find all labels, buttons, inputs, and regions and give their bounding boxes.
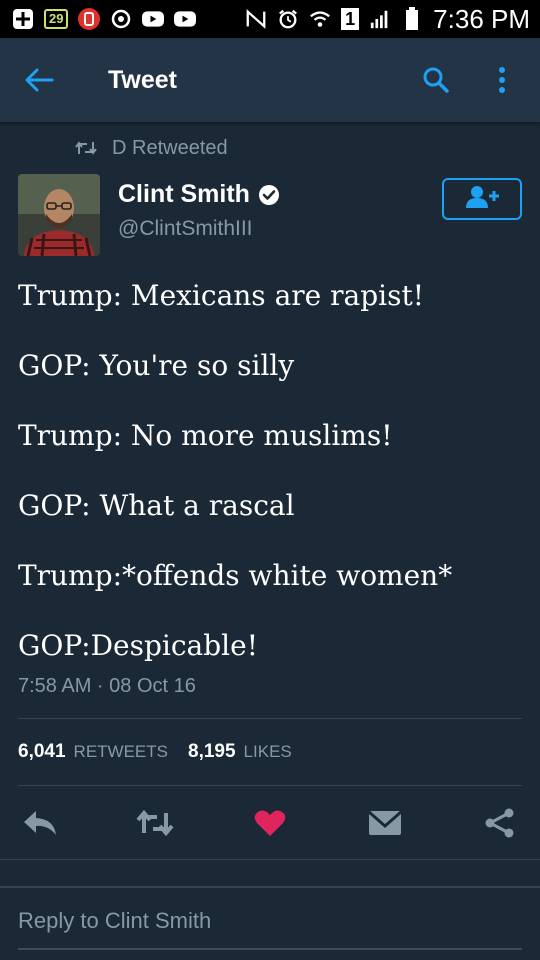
tweet-line: Trump: No more muslims! [18, 419, 393, 452]
retweeted-context: D Retweeted [18, 122, 522, 174]
sim-indicator: 1 [341, 8, 360, 30]
tweet-stats: 6,041 RETWEETS 8,195 LIKES [18, 719, 522, 786]
like-heart-icon[interactable] [248, 801, 292, 845]
alarm-icon [277, 8, 299, 30]
retweets-label[interactable]: RETWEETS [74, 742, 168, 762]
author-name[interactable]: Clint Smith [118, 180, 250, 209]
direct-message-icon[interactable] [363, 801, 407, 845]
settings-icon [110, 8, 132, 30]
tweet-text: Trump: Mexicans are rapist! GOP: You're … [18, 278, 522, 663]
battery-badge: 29 [44, 9, 69, 29]
signal-icon [369, 8, 391, 30]
status-bar: 29 1 7:36 PM [0, 0, 540, 38]
retweeted-by-label: D Retweeted [112, 136, 228, 159]
tweet-line: GOP: What a rascal [18, 489, 295, 522]
retweet-button-icon[interactable] [133, 801, 177, 845]
retweets-count[interactable]: 6,041 [18, 741, 66, 763]
reply-input[interactable]: Reply to Clint Smith [18, 888, 522, 950]
avatar[interactable] [18, 174, 100, 256]
share-icon[interactable] [478, 801, 522, 845]
add-icon [12, 8, 34, 30]
clock: 7:36 PM [433, 3, 530, 34]
tweet-timestamp: 7:58 AM · 08 Oct 16 [18, 675, 522, 719]
likes-count[interactable]: 8,195 [188, 741, 236, 763]
tweet-line: GOP: You're so silly [18, 349, 295, 382]
tweet-actions [0, 786, 540, 860]
battery-icon [401, 7, 423, 30]
verified-badge-icon [258, 184, 280, 206]
tweet-detail: D Retweeted Clint Smith @ClintSmithIII T… [0, 122, 540, 786]
follow-button[interactable] [442, 178, 522, 220]
reply-icon[interactable] [18, 801, 62, 845]
author-handle[interactable]: @ClintSmithIII [118, 217, 280, 241]
overflow-menu-icon[interactable] [482, 60, 522, 100]
tweet-line: Trump: Mexicans are rapist! [18, 279, 424, 312]
search-icon[interactable] [416, 60, 456, 100]
reply-bar: Reply to Clint Smith [0, 886, 540, 960]
alert-icon [78, 8, 101, 30]
page-title: Tweet [108, 65, 177, 94]
youtube-icon-2 [174, 8, 197, 30]
app-bar: Tweet [0, 38, 540, 122]
tweet-line: GOP:Despicable! [18, 629, 258, 662]
youtube-icon [142, 8, 165, 30]
add-user-icon [464, 185, 500, 214]
retweet-icon [74, 140, 98, 156]
nfc-icon [245, 8, 267, 30]
wifi-icon [309, 8, 331, 30]
tweet-line: Trump:*offends white women* [18, 559, 453, 592]
back-arrow-icon[interactable] [24, 60, 64, 100]
author-names: Clint Smith @ClintSmithIII [118, 180, 280, 260]
likes-label[interactable]: LIKES [244, 742, 292, 762]
